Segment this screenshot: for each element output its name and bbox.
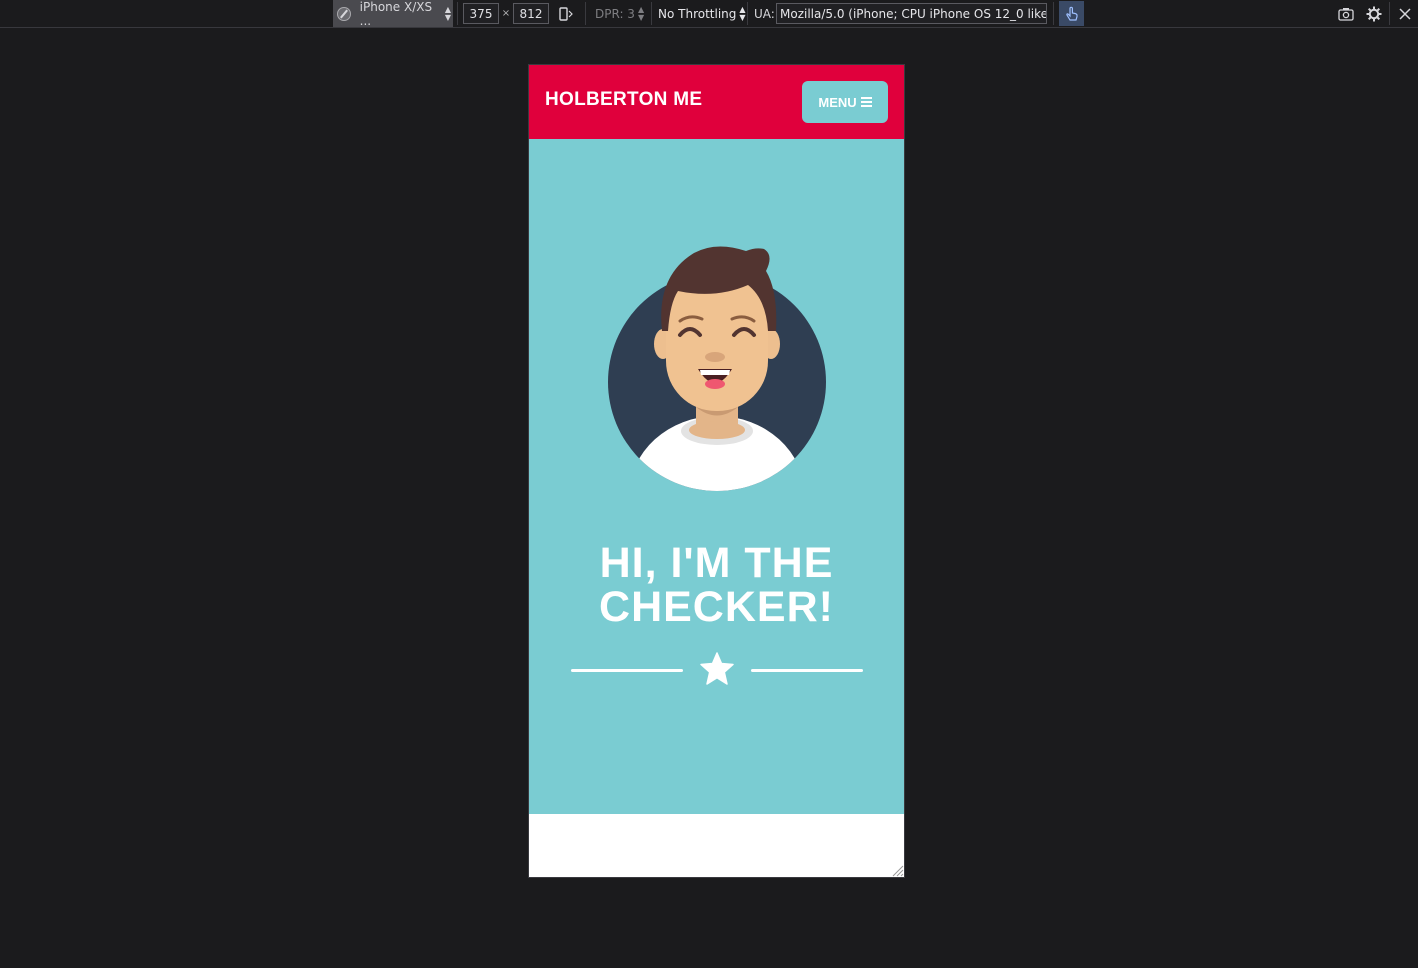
star-icon <box>700 652 734 685</box>
viewport-height-input[interactable]: 812 <box>513 3 549 24</box>
throttling-arrows-icon: ▲ ▼ <box>739 4 746 22</box>
hamburger-icon <box>860 97 872 107</box>
responsive-toolbar: iPhone X/XS ... ▲ ▼ 375 × 812 DPR: 3 ▲ ▼ N… <box>0 0 1418 28</box>
throttling-selector[interactable]: No Throttling ▲ ▼ <box>658 0 746 27</box>
settings-icon <box>1366 6 1382 21</box>
resize-handle-icon[interactable] <box>890 863 904 877</box>
dpr-label: DPR: 3 <box>595 6 635 21</box>
viewport-width-input[interactable]: 375 <box>463 3 499 24</box>
screenshot-icon <box>1338 7 1354 21</box>
screenshot-button[interactable] <box>1336 0 1356 27</box>
hero-title: HI, I'M THE CHECKER! <box>599 539 834 631</box>
dropdown-arrows-icon: ▲ ▼ <box>444 4 451 22</box>
site-header: HOLBERTON ME MENU <box>529 65 904 139</box>
close-icon <box>1399 7 1411 20</box>
dimension-separator: × <box>501 8 511 19</box>
divider-line-right <box>751 669 863 672</box>
hero-section: HI, I'M THE CHECKER! <box>529 139 904 814</box>
dpr-selector[interactable]: DPR: 3 ▲ ▼ <box>595 0 644 27</box>
touch-simulation-button[interactable] <box>1059 1 1084 26</box>
settings-button[interactable] <box>1364 0 1384 27</box>
avatar-illustration <box>608 246 826 491</box>
user-agent-label: UA: <box>754 6 775 21</box>
site-brand[interactable]: HOLBERTON ME <box>545 89 702 111</box>
divider-line-left <box>571 669 683 672</box>
menu-label: MENU <box>818 94 857 110</box>
rotate-icon <box>559 6 573 21</box>
menu-button[interactable]: MENU <box>802 81 888 123</box>
close-button[interactable] <box>1395 0 1415 27</box>
touch-icon <box>1065 6 1078 21</box>
device-selector[interactable]: iPhone X/XS ... ▲ ▼ <box>333 0 453 28</box>
compass-icon <box>337 6 351 21</box>
throttling-label: No Throttling <box>658 6 737 21</box>
user-agent-input[interactable]: Mozilla/5.0 (iPhone; CPU iPhone OS 12_0 … <box>776 3 1047 24</box>
device-name: iPhone X/XS ... <box>359 0 433 28</box>
rotate-button[interactable] <box>558 0 576 27</box>
mobile-viewport: HOLBERTON ME MENU HI, I'M THE CHECKER! <box>529 65 904 877</box>
dpr-arrows-icon: ▲ ▼ <box>637 4 645 22</box>
